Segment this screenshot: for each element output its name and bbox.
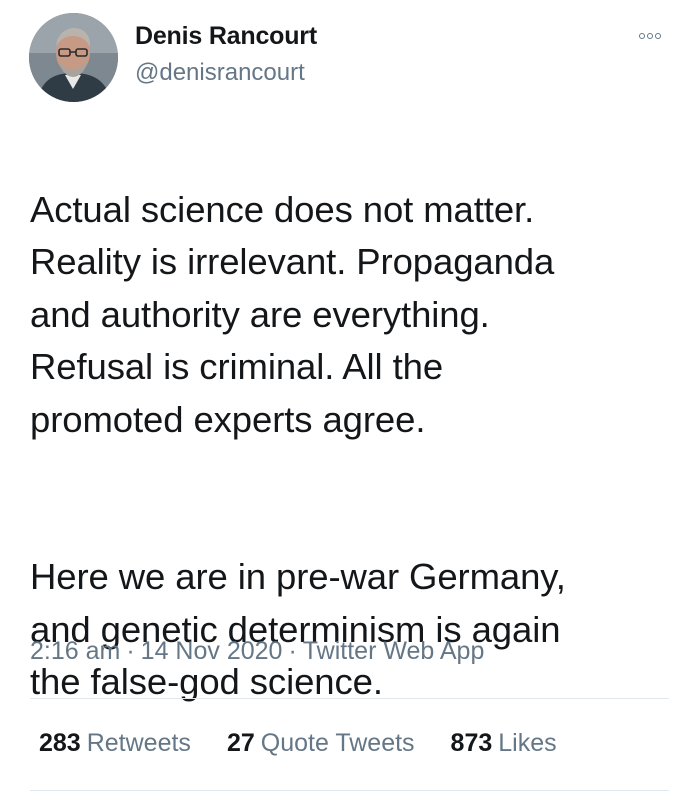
tweet-time[interactable]: 2:16 am xyxy=(30,637,120,665)
likes-stat[interactable]: 873 Likes xyxy=(451,729,557,758)
more-options-icon xyxy=(655,33,661,39)
author-handle[interactable]: @denisrancourt xyxy=(135,59,305,87)
divider xyxy=(30,790,669,791)
meta-separator: · xyxy=(126,637,135,665)
avatar[interactable] xyxy=(29,13,118,102)
avatar-photo-icon xyxy=(29,13,118,102)
tweet-paragraph: Actual science does not matter. Reality … xyxy=(30,188,555,440)
quote-tweets-count: 27 xyxy=(226,729,255,757)
more-options-button[interactable] xyxy=(632,26,668,46)
quote-tweets-label: Quote Tweets xyxy=(260,729,415,757)
retweets-count: 283 xyxy=(39,729,81,757)
likes-count: 873 xyxy=(450,729,493,757)
retweets-label: Retweets xyxy=(86,729,191,757)
tweet-date[interactable]: 14 Nov 2020 xyxy=(141,637,283,665)
engagement-stats: 283 Retweets 27 Quote Tweets 873 Likes xyxy=(39,729,557,758)
quote-tweets-stat[interactable]: 27 Quote Tweets xyxy=(227,729,415,758)
likes-label: Likes xyxy=(498,729,557,757)
retweets-stat[interactable]: 283 Retweets xyxy=(39,729,191,758)
tweet-source-app[interactable]: Twitter Web App xyxy=(303,637,485,665)
tweet-metadata: 2:16 am · 14 Nov 2020 · Twitter Web App xyxy=(30,637,484,666)
meta-separator: · xyxy=(288,637,297,665)
tweet-text: Actual science does not matter. Reality … xyxy=(30,131,675,761)
more-options-icon xyxy=(639,33,645,39)
more-options-icon xyxy=(647,33,653,39)
tweet-paragraph: Here we are in pre-war Germany, and gene… xyxy=(30,556,566,702)
author-name[interactable]: Denis Rancourt xyxy=(135,22,317,51)
tweet-card: Denis Rancourt @denisrancourt Actual sci… xyxy=(0,0,698,800)
divider xyxy=(30,698,669,699)
